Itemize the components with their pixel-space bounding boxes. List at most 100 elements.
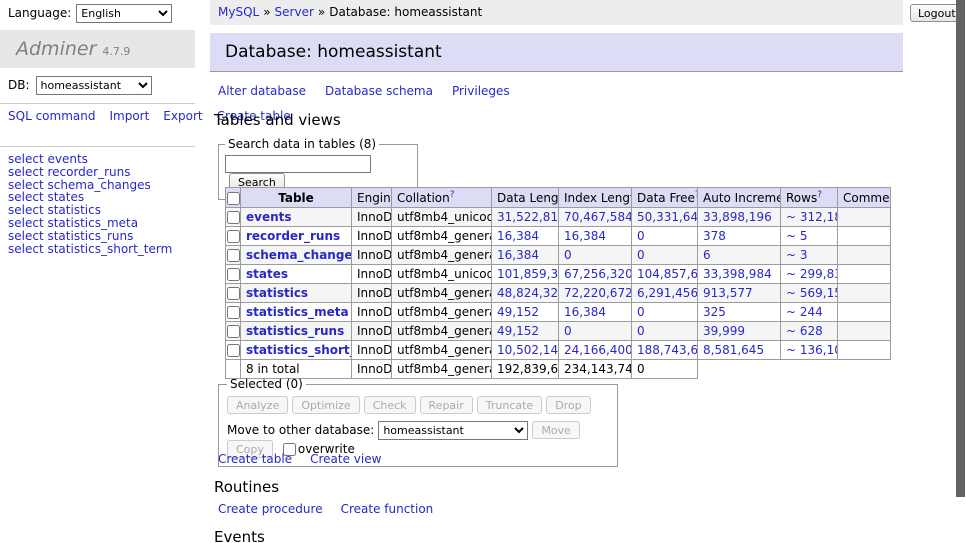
engine-cell: InnoDB — [352, 360, 392, 379]
row-checkbox[interactable] — [227, 249, 240, 262]
rows-cell[interactable]: ~ 569,159 — [781, 284, 838, 303]
data-free-cell[interactable]: 0 — [632, 303, 698, 322]
auto-increment-cell[interactable]: 8,581,645 — [698, 341, 781, 360]
breadcrumb-mysql-link[interactable]: MySQL — [218, 5, 259, 19]
table-row: recorder_runs InnoDB utf8mb4_general_ci … — [226, 227, 891, 246]
breadcrumb-server-link[interactable]: Server — [275, 5, 314, 19]
adminer-logo-link[interactable]: Adminer — [16, 38, 96, 60]
create-function-link[interactable]: Create function — [341, 502, 434, 516]
data-length-cell[interactable]: 10,502,144 — [492, 341, 559, 360]
data-free-cell[interactable]: 188,743,680 — [632, 341, 698, 360]
drop-button[interactable]: Drop — [546, 396, 590, 414]
language-select[interactable]: English — [76, 4, 172, 23]
rows-cell[interactable]: ~ 3 — [781, 246, 838, 265]
sidebar-item-select-statistics-meta[interactable]: select statistics_meta — [8, 217, 172, 230]
table-link[interactable]: recorder_runs — [246, 229, 340, 243]
move-button[interactable]: Move — [532, 421, 580, 439]
index-length-cell[interactable]: 70,467,584 — [559, 208, 632, 227]
rows-cell[interactable]: ~ 312,180 — [781, 208, 838, 227]
breadcrumb-current: Database: homeassistant — [329, 5, 482, 19]
comment-cell — [838, 227, 891, 246]
auto-increment-cell[interactable]: 378 — [698, 227, 781, 246]
auto-increment-cell[interactable]: 325 — [698, 303, 781, 322]
row-checkbox[interactable] — [227, 344, 240, 357]
row-checkbox[interactable] — [227, 230, 240, 243]
help-icon[interactable]: ? — [817, 190, 822, 200]
help-icon[interactable]: ? — [450, 190, 455, 200]
data-length-cell[interactable]: 49,152 — [492, 322, 559, 341]
data-length-cell[interactable]: 101,859,328 — [492, 265, 559, 284]
index-length-cell[interactable]: 0 — [559, 246, 632, 265]
data-free-cell[interactable]: 0 — [632, 322, 698, 341]
data-length-cell[interactable]: 31,522,816 — [492, 208, 559, 227]
analyze-button[interactable]: Analyze — [227, 396, 288, 414]
table-link[interactable]: events — [246, 210, 292, 224]
row-checkbox[interactable] — [227, 268, 240, 281]
data-length-cell[interactable]: 49,152 — [492, 303, 559, 322]
collation-cell: utf8mb4_unicode_ci — [392, 208, 492, 227]
auto-increment-cell[interactable]: 913,577 — [698, 284, 781, 303]
table-row: events InnoDB utf8mb4_unicode_ci 31,522,… — [226, 208, 891, 227]
data-free-cell[interactable]: 0 — [632, 227, 698, 246]
index-length-cell[interactable]: 67,256,320 — [559, 265, 632, 284]
db-select[interactable]: homeassistant — [36, 76, 152, 95]
auto-increment-cell[interactable]: 39,999 — [698, 322, 781, 341]
sidebar-item-select-recorder-runs[interactable]: select recorder_runs — [8, 166, 172, 179]
check-button[interactable]: Check — [364, 396, 416, 414]
data-length-cell[interactable]: 16,384 — [492, 227, 559, 246]
table-link[interactable]: statistics_runs — [246, 324, 344, 338]
index-length-cell[interactable]: 16,384 — [559, 303, 632, 322]
alter-database-link[interactable]: Alter database — [218, 84, 306, 98]
index-length-cell[interactable]: 24,166,400 — [559, 341, 632, 360]
rows-cell[interactable]: ~ 5 — [781, 227, 838, 246]
optimize-button[interactable]: Optimize — [292, 396, 359, 414]
data-length-cell[interactable]: 16,384 — [492, 246, 559, 265]
auto-increment-cell[interactable]: 6 — [698, 246, 781, 265]
rows-cell[interactable]: ~ 299,833 — [781, 265, 838, 284]
data-length-cell[interactable]: 48,824,320 — [492, 284, 559, 303]
database-schema-link[interactable]: Database schema — [325, 84, 433, 98]
sidebar-item-select-statistics-short-term[interactable]: select statistics_short_term — [8, 243, 172, 256]
select-all-checkbox[interactable] — [227, 192, 240, 205]
create-procedure-link[interactable]: Create procedure — [218, 502, 323, 516]
data-free-cell[interactable]: 50,331,648 — [632, 208, 698, 227]
move-database-select[interactable]: homeassistant — [378, 421, 528, 440]
sidebar-link-export[interactable]: Export — [163, 109, 202, 123]
row-checkbox[interactable] — [227, 306, 240, 319]
row-checkbox[interactable] — [227, 325, 240, 338]
database-actions: Alter database Database schema Privileges — [218, 84, 529, 98]
table-link[interactable]: statistics_meta — [246, 305, 349, 319]
privileges-link[interactable]: Privileges — [452, 84, 510, 98]
sidebar-item-select-events[interactable]: select events — [8, 153, 172, 166]
row-checkbox[interactable] — [227, 287, 240, 300]
index-length-cell[interactable]: 72,220,672 — [559, 284, 632, 303]
index-length-cell[interactable]: 16,384 — [559, 227, 632, 246]
engine-cell: InnoDB — [352, 303, 392, 322]
sidebar-item-select-statistics-runs[interactable]: select statistics_runs — [8, 230, 172, 243]
table-link[interactable]: schema_changes — [246, 248, 352, 262]
repair-button[interactable]: Repair — [420, 396, 473, 414]
sidebar-link-import[interactable]: Import — [109, 109, 149, 123]
sidebar-link-sql-command[interactable]: SQL command — [8, 109, 95, 123]
selected-buttons-row: AnalyzeOptimize CheckRepairTruncateDrop — [227, 396, 609, 414]
table-link[interactable]: statistics — [246, 286, 308, 300]
rows-cell[interactable]: ~ 244 — [781, 303, 838, 322]
collation-cell: utf8mb4_general_ci — [392, 246, 492, 265]
create-view-link[interactable]: Create view — [310, 452, 381, 466]
table-link[interactable]: states — [246, 267, 288, 281]
search-input[interactable] — [225, 155, 371, 173]
index-length-cell[interactable]: 0 — [559, 322, 632, 341]
row-checkbox[interactable] — [227, 211, 240, 224]
table-row: states InnoDB utf8mb4_unicode_ci 101,859… — [226, 265, 891, 284]
data-free-cell[interactable]: 104,857,600 — [632, 265, 698, 284]
data-free-cell[interactable]: 6,291,456 — [632, 284, 698, 303]
data-free-cell[interactable]: 0 — [632, 246, 698, 265]
auto-increment-cell[interactable]: 33,898,196 — [698, 208, 781, 227]
auto-increment-cell[interactable]: 33,398,984 — [698, 265, 781, 284]
rows-cell[interactable]: ~ 136,108 — [781, 341, 838, 360]
truncate-button[interactable]: Truncate — [477, 396, 542, 414]
table-link[interactable]: statistics_short_term — [246, 343, 352, 357]
vertical-scrollbar-thumb[interactable] — [956, 0, 965, 497]
rows-cell[interactable]: ~ 628 — [781, 322, 838, 341]
create-table-link[interactable]: Create table — [218, 452, 292, 466]
